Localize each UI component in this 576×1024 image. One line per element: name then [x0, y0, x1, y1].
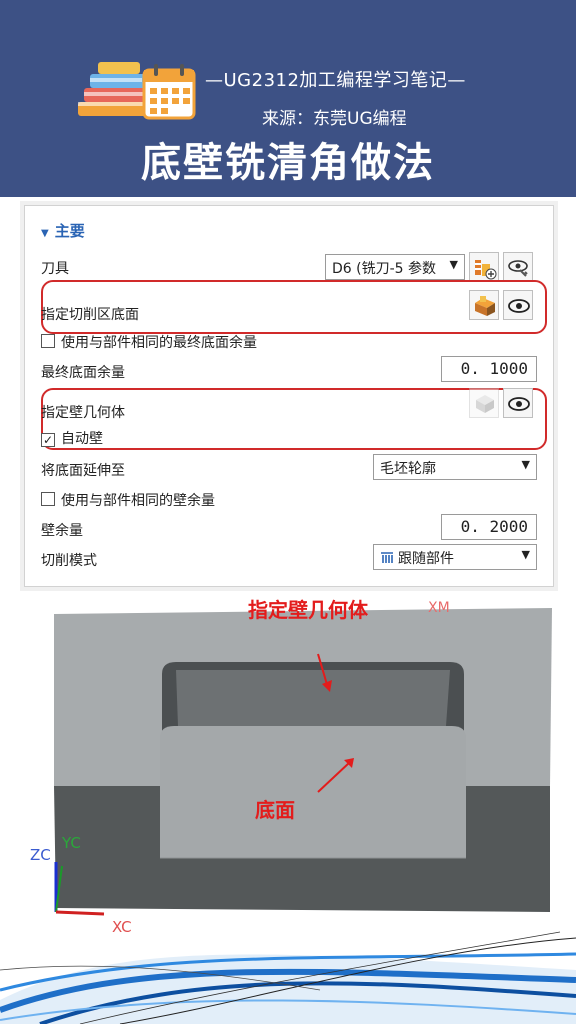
cut-pattern-label: 切削模式: [41, 553, 97, 569]
auto-wall-checkbox[interactable]: ✓: [41, 433, 55, 447]
cut-area-label: 指定切削区底面: [41, 307, 139, 323]
chevron-down-icon: ▼: [449, 258, 458, 271]
cut-pattern-dropdown[interactable]: 跟随部件 ▼: [373, 544, 537, 570]
cut-area-icon: [475, 296, 495, 316]
use-same-wall-stock-label: 使用与部件相同的壁余量: [61, 493, 215, 509]
auto-wall-row[interactable]: ✓ 自动壁: [41, 428, 103, 448]
wall-geometry-label: 指定壁几何体: [41, 405, 125, 421]
floor-annotation: 底面: [255, 798, 295, 822]
show-wall-geometry-button[interactable]: [503, 388, 533, 418]
final-floor-stock-input[interactable]: 0. 1000: [441, 356, 537, 382]
books-calendar-icon: [78, 62, 196, 120]
page-title: 底壁铣清角做法: [141, 140, 435, 186]
final-floor-stock-label: 最终底面余量: [41, 365, 125, 381]
follow-part-icon: [380, 552, 394, 564]
faded-axis-label: XM: [428, 600, 450, 616]
wall-geometry-annotation: 指定壁几何体: [248, 598, 368, 622]
wall-geometry-icon: [476, 395, 494, 413]
wall-stock-label: 壁余量: [41, 523, 83, 539]
edit-tool-button[interactable]: [503, 252, 533, 282]
eye-icon: [508, 299, 530, 313]
axis-triad-icon: [54, 862, 105, 916]
use-same-floor-stock-row[interactable]: 使用与部件相同的最终底面余量: [41, 332, 257, 352]
collapse-triangle-icon[interactable]: ▼: [41, 228, 49, 239]
extend-floor-value: 毛坯轮廓: [380, 461, 436, 477]
wall-stock-input[interactable]: 0. 2000: [441, 514, 537, 540]
use-same-wall-stock-checkbox[interactable]: [41, 492, 55, 506]
source-text: 来源：东莞UG编程: [262, 109, 407, 129]
select-cut-area-button[interactable]: [469, 290, 499, 320]
show-cut-area-button[interactable]: [503, 290, 533, 320]
use-same-floor-stock-label: 使用与部件相同的最终底面余量: [61, 335, 257, 351]
cut-pattern-value: 跟随部件: [398, 551, 454, 567]
tool-dropdown[interactable]: D6 (铣刀-5 参数 ▼: [325, 254, 465, 280]
arrow-to-floor-icon: [317, 758, 354, 793]
auto-wall-label: 自动壁: [61, 431, 103, 447]
subtitle: —UG2312加工编程学习笔记—: [205, 70, 466, 91]
operation-dialog-panel: ▼ 主要 刀具 D6 (铣刀-5 参数 ▼ 指定切削区底面 使用与部件相同的最终…: [24, 205, 554, 587]
section-main-header[interactable]: ▼ 主要: [41, 220, 85, 241]
tool-dropdown-value: D6 (铣刀-5 参数: [332, 261, 437, 277]
edit-tool-eye-icon: [508, 260, 528, 277]
new-tool-button[interactable]: [469, 252, 499, 282]
use-same-wall-stock-row[interactable]: 使用与部件相同的壁余量: [41, 490, 215, 510]
axis-yc-label: YC: [62, 834, 81, 852]
decorative-waves: [0, 931, 576, 1024]
chevron-down-icon: ▼: [521, 458, 530, 471]
use-same-floor-stock-checkbox[interactable]: [41, 334, 55, 348]
tool-label: 刀具: [41, 261, 69, 277]
eye-icon: [508, 397, 530, 411]
header-banner: —UG2312加工编程学习笔记— 来源：东莞UG编程 底壁铣清角做法: [0, 0, 576, 197]
axis-zc-label: ZC: [30, 846, 51, 864]
extend-floor-label: 将底面延伸至: [41, 463, 125, 479]
arrow-to-wall-icon: [317, 653, 332, 692]
chevron-down-icon: ▼: [521, 548, 530, 561]
extend-floor-dropdown[interactable]: 毛坯轮廓 ▼: [373, 454, 537, 480]
select-wall-geometry-button[interactable]: [469, 388, 499, 418]
section-label: 主要: [54, 222, 85, 240]
new-tool-icon: [475, 260, 497, 280]
